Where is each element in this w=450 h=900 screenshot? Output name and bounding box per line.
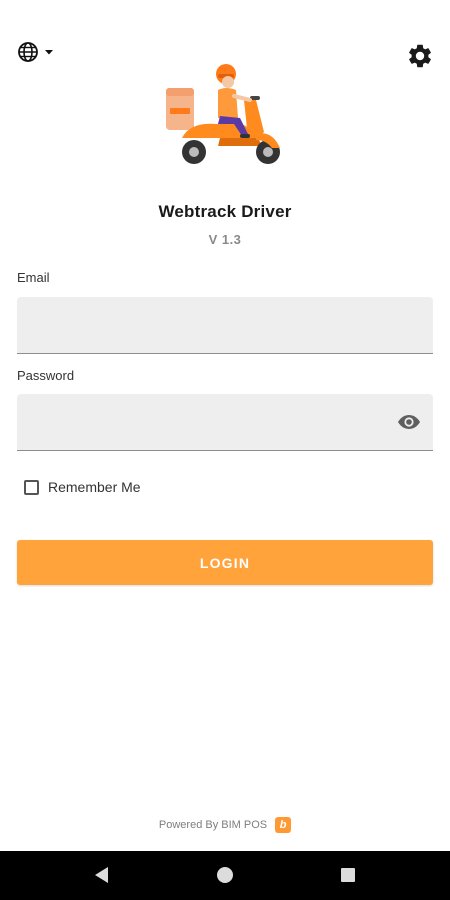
delivery-scooter-illustration (160, 60, 290, 172)
system-navigation-bar (0, 851, 450, 900)
password-field[interactable] (17, 394, 433, 450)
email-field-container (17, 297, 433, 354)
login-button[interactable]: LOGIN (17, 540, 433, 585)
recents-square-icon[interactable] (338, 863, 358, 892)
caret-down-icon (44, 47, 54, 57)
password-label: Password (17, 368, 75, 383)
home-circle-icon[interactable] (214, 863, 236, 892)
back-triangle-icon[interactable] (92, 863, 112, 892)
app-version: V 1.3 (208, 232, 242, 247)
gear-icon (406, 44, 434, 74)
globe-icon (16, 40, 40, 64)
email-label: Email (17, 270, 50, 285)
app-title: Webtrack Driver (158, 202, 292, 221)
eye-icon[interactable] (397, 412, 421, 437)
language-selector[interactable] (16, 40, 54, 64)
password-field-container (17, 394, 433, 451)
powered-by: Powered By BIM POS b (0, 817, 450, 833)
remember-me-label: Remember Me (48, 479, 141, 495)
remember-me-row[interactable]: Remember Me (24, 479, 141, 495)
powered-by-text: Powered By BIM POS (158, 819, 268, 831)
bimpos-logo-icon: b (275, 817, 292, 833)
settings-button[interactable] (406, 42, 434, 75)
email-field[interactable] (17, 297, 433, 353)
remember-me-checkbox[interactable] (24, 479, 39, 495)
